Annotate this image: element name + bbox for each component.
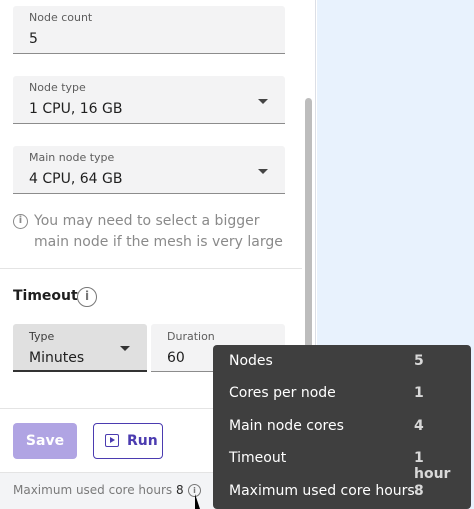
scrollbar-thumb[interactable] xyxy=(305,98,312,348)
run-button[interactable]: Run xyxy=(93,423,163,459)
info-icon: i xyxy=(13,214,28,229)
tooltip-key: Main node cores xyxy=(229,418,344,434)
node-type-label: Node type xyxy=(29,81,86,94)
chevron-down-icon[interactable] xyxy=(120,346,130,351)
tooltip-key: Cores per node xyxy=(229,385,336,401)
node-type-value: 1 CPU, 16 GB xyxy=(29,101,123,117)
duration-label: Duration xyxy=(167,330,215,343)
tooltip-key: Nodes xyxy=(229,353,273,369)
tooltip-value: 4 xyxy=(414,418,424,434)
timeout-type-label: Type xyxy=(29,330,55,343)
core-hours-label: Maximum used core hours xyxy=(13,483,173,497)
play-icon xyxy=(105,434,119,447)
tooltip-value: 5 xyxy=(414,353,424,369)
tooltip-value: 1 xyxy=(414,385,424,401)
hint-text: You may need to select a bigger main nod… xyxy=(34,213,283,250)
node-count-field[interactable]: Node count 5 xyxy=(13,6,285,54)
save-button[interactable]: Save xyxy=(13,423,77,459)
run-button-label: Run xyxy=(127,433,158,449)
chevron-down-icon[interactable] xyxy=(258,169,268,174)
main-node-type-value: 4 CPU, 64 GB xyxy=(29,171,123,187)
main-node-type-label: Main node type xyxy=(29,151,115,164)
tooltip-value: 8 xyxy=(414,483,424,499)
timeout-type-select[interactable]: Type Minutes xyxy=(13,324,147,372)
main-node-type-select[interactable]: Main node type 4 CPU, 64 GB xyxy=(13,146,285,194)
timeout-heading: Timeout xyxy=(13,288,78,304)
core-hours-summary: Maximum used core hours 8 xyxy=(13,483,184,497)
tooltip-value: 1 hour xyxy=(414,450,451,482)
duration-value[interactable]: 60 xyxy=(167,350,185,366)
chevron-down-icon[interactable] xyxy=(258,99,268,104)
tooltip-key: Timeout xyxy=(229,450,287,466)
core-hours-tooltip: Nodes 5 Cores per node 1 Main node cores… xyxy=(213,345,471,509)
node-count-value[interactable]: 5 xyxy=(29,31,38,47)
info-icon[interactable]: i xyxy=(77,287,97,307)
timeout-type-value: Minutes xyxy=(29,350,85,366)
section-divider xyxy=(0,268,302,269)
mouse-cursor xyxy=(195,494,200,509)
node-count-label: Node count xyxy=(29,11,93,24)
core-hours-value: 8 xyxy=(176,483,184,497)
tooltip-key: Maximum used core hours xyxy=(229,483,415,499)
node-type-select[interactable]: Node type 1 CPU, 16 GB xyxy=(13,76,285,124)
